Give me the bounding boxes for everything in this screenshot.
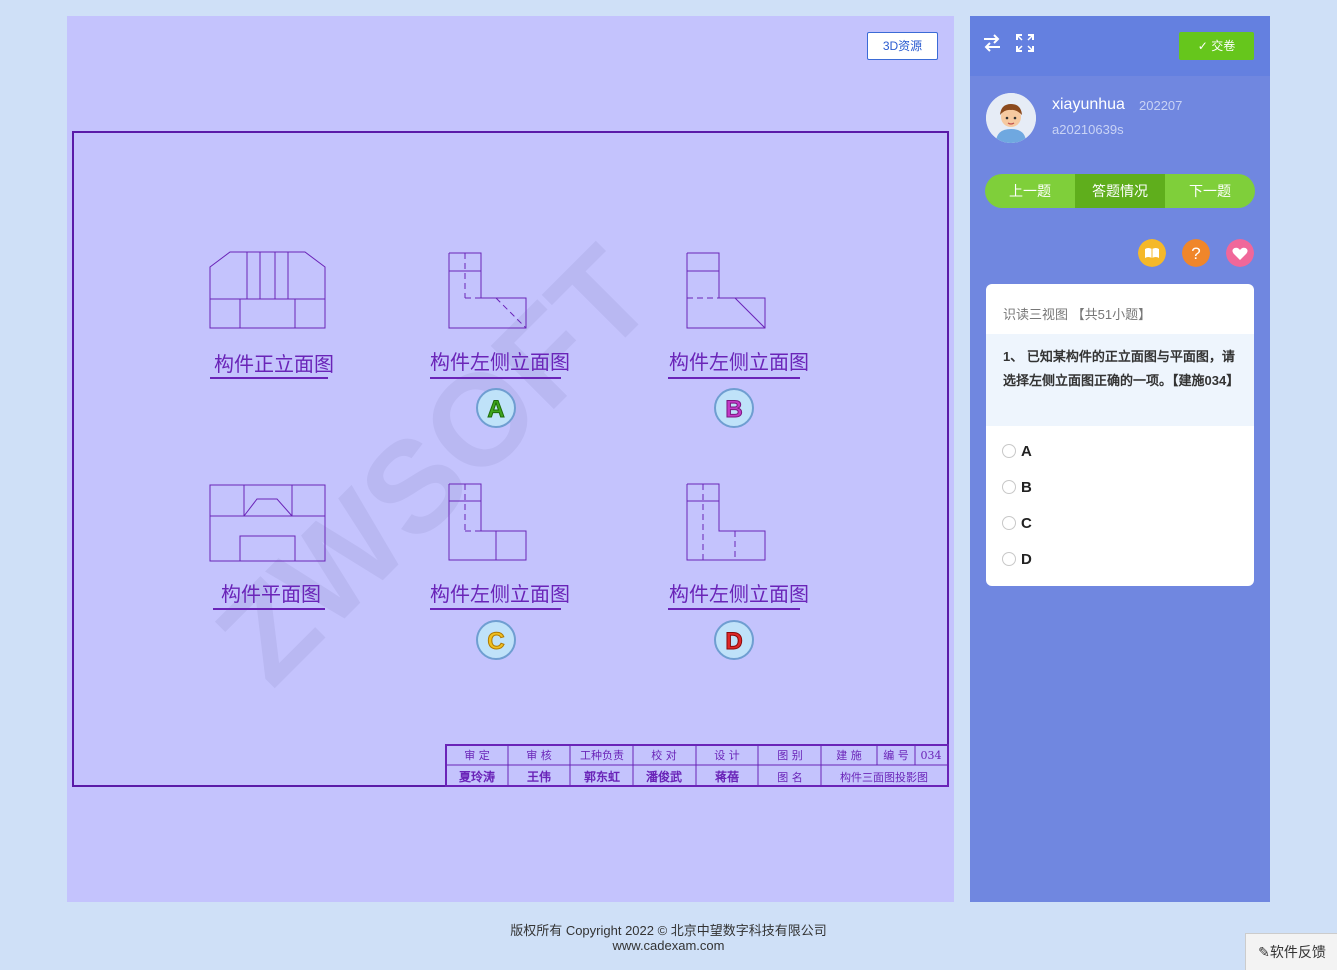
avatar [986,93,1036,143]
option-d[interactable]: D [1002,549,1032,569]
question-category: 识读三视图 【共51小题】 [1003,307,1152,322]
feedback-button[interactable]: ✎软件反馈 [1245,933,1337,970]
svg-text:?: ? [1191,244,1200,263]
svg-text:潘俊武: 潘俊武 [646,769,682,784]
check-icon: ✓ [1197,39,1212,53]
svg-text:构件三面图投影图: 构件三面图投影图 [840,770,928,784]
svg-text:图 别: 图 别 [777,749,803,762]
caption-plan: 构件平面图 [221,582,321,606]
drawing-panel: 3D资源 ZWSOFT 构件正立面图 构件左侧立面图 构件左侧立面图 构件平面图… [67,16,954,902]
caption-view-c: 构件左侧立面图 [430,582,570,606]
radio-button[interactable] [1002,516,1016,530]
answer-status-button[interactable]: 答题情况 [1075,174,1165,208]
svg-text:夏玲涛: 夏玲涛 [459,769,495,784]
option-c[interactable]: C [1002,513,1032,533]
caption-view-b: 构件左侧立面图 [669,350,809,374]
username: xiayunhua [1052,96,1125,113]
pencil-icon: ✎ [1258,944,1270,960]
3d-resource-button[interactable]: 3D资源 [867,32,938,60]
user-account: a20210639s [1052,122,1124,137]
svg-text:王伟: 王伟 [527,769,551,784]
favorite-heart-icon[interactable] [1226,239,1254,267]
question-body: 1、 已知某构件的正立面图与平面图，请选择左侧立面图正确的一项。【建施034】 [986,334,1254,426]
svg-text:蒋蓓: 蒋蓓 [715,769,739,784]
svg-text:建 施: 建 施 [836,748,862,762]
svg-text:C: C [487,628,504,655]
svg-text:A: A [487,396,504,423]
view-d-drawing [686,483,766,561]
svg-text:工种负责: 工种负责 [580,748,624,762]
view-b-drawing [686,252,766,329]
option-b[interactable]: B [1002,477,1032,497]
option-a[interactable]: A [1002,441,1032,461]
badge-d: D [714,620,754,660]
user-id: 202207 [1139,98,1183,113]
radio-button[interactable] [1002,480,1016,494]
caption-view-a: 构件左侧立面图 [430,350,570,374]
submit-exam-button[interactable]: ✓ 交卷 [1179,32,1254,60]
svg-text:编 号: 编 号 [883,748,909,762]
caption-front-elevation: 构件正立面图 [214,352,334,376]
caption-view-d: 构件左侧立面图 [669,582,809,606]
svg-text:设 计: 设 计 [714,749,740,762]
question-card: 识读三视图 【共51小题】 1、 已知某构件的正立面图与平面图，请选择左侧立面图… [986,284,1254,586]
cad-drawing: ZWSOFT 构件正立面图 构件左侧立面图 构件左侧立面图 构件平面图 构件左侧… [72,131,949,787]
footer-copyright: 版权所有 Copyright 2022 © 北京中望数字科技有限公司 [510,923,827,938]
svg-text:审 定: 审 定 [464,748,490,762]
badge-b: B [714,388,754,428]
svg-text:034: 034 [921,749,942,762]
svg-text:B: B [725,396,742,423]
radio-button[interactable] [1002,444,1016,458]
book-icon[interactable] [1138,239,1166,267]
next-question-button[interactable]: 下一题 [1165,174,1255,208]
sidebar-header: ✓ 交卷 [970,16,1270,76]
fullscreen-icon[interactable] [1015,33,1035,53]
radio-button[interactable] [1002,552,1016,566]
question-text: 1、 已知某构件的正立面图与平面图，请选择左侧立面图正确的一项。【建施034】 [1003,349,1240,388]
svg-text:审 核: 审 核 [526,748,552,762]
svg-text:D: D [725,628,742,655]
question-count: 【共51小题】 [1071,307,1152,322]
prev-question-button[interactable]: 上一题 [985,174,1075,208]
watermark: ZWSOFT [189,220,680,711]
question-nav: 上一题 答题情况 下一题 [985,174,1255,208]
svg-text:郭东虹: 郭东虹 [584,769,620,784]
switch-icon[interactable] [982,33,1002,53]
footer-website[interactable]: www.cadexam.com [0,938,1337,953]
svg-text:图 名: 图 名 [777,770,803,784]
badge-c: C [476,620,516,660]
svg-text:校 对: 校 对 [651,748,677,762]
badge-a: A [476,388,516,428]
front-elevation-view [209,251,326,329]
sidebar: ✓ 交卷 xiayunhua 202207 a20210639s 上一题 答题情… [970,16,1270,902]
help-icon[interactable]: ? [1182,239,1210,267]
